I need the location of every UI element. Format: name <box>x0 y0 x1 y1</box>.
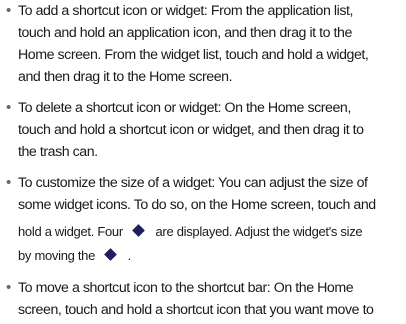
bullet-icon: • <box>6 174 12 191</box>
text-line: Home screen. From the widget list, touch… <box>18 47 369 63</box>
text-segment: hold a widget. Four <box>18 224 123 239</box>
text-segment: by moving the <box>18 248 96 263</box>
bullet-icon: • <box>6 279 12 296</box>
text-line: and then drag it to the Home screen. <box>18 69 233 85</box>
text-line: To move a shortcut icon to the shortcut … <box>18 280 354 296</box>
text-line: screen, touch and hold a shortcut icon t… <box>18 302 374 318</box>
text-line: To delete a shortcut icon or widget: On … <box>18 100 351 116</box>
text-segment: are displayed. Adjust the widget's size <box>155 224 363 239</box>
text-line: touch and hold a shortcut icon or widget… <box>18 122 364 138</box>
text-line: To customize the size of a widget: You c… <box>18 175 368 191</box>
diamond-icon <box>132 224 146 237</box>
list-item-delete-shortcut: • To delete a shortcut icon or widget: O… <box>0 97 406 163</box>
list-item-add-shortcut: • To add a shortcut icon or widget: From… <box>0 0 406 88</box>
list-item-resize-widget: • To customize the size of a widget: You… <box>0 172 406 268</box>
instruction-list: • To add a shortcut icon or widget: From… <box>0 0 406 324</box>
text-line: To add a shortcut icon or widget: From t… <box>18 3 353 19</box>
list-item-move-shortcut: • To move a shortcut icon to the shortcu… <box>0 277 406 321</box>
text-line: the trash can. <box>18 144 98 160</box>
text-line: by moving the . <box>18 244 406 268</box>
text-line: some widget icons. To do so, on the Home… <box>18 197 376 213</box>
text-segment: . <box>127 248 132 263</box>
diamond-icon <box>104 248 118 261</box>
text-line: hold a widget. Four are displayed. Adjus… <box>18 220 406 244</box>
bullet-icon: • <box>6 2 12 19</box>
bullet-icon: • <box>6 99 12 116</box>
text-line: touch and hold an application icon, and … <box>18 25 352 41</box>
